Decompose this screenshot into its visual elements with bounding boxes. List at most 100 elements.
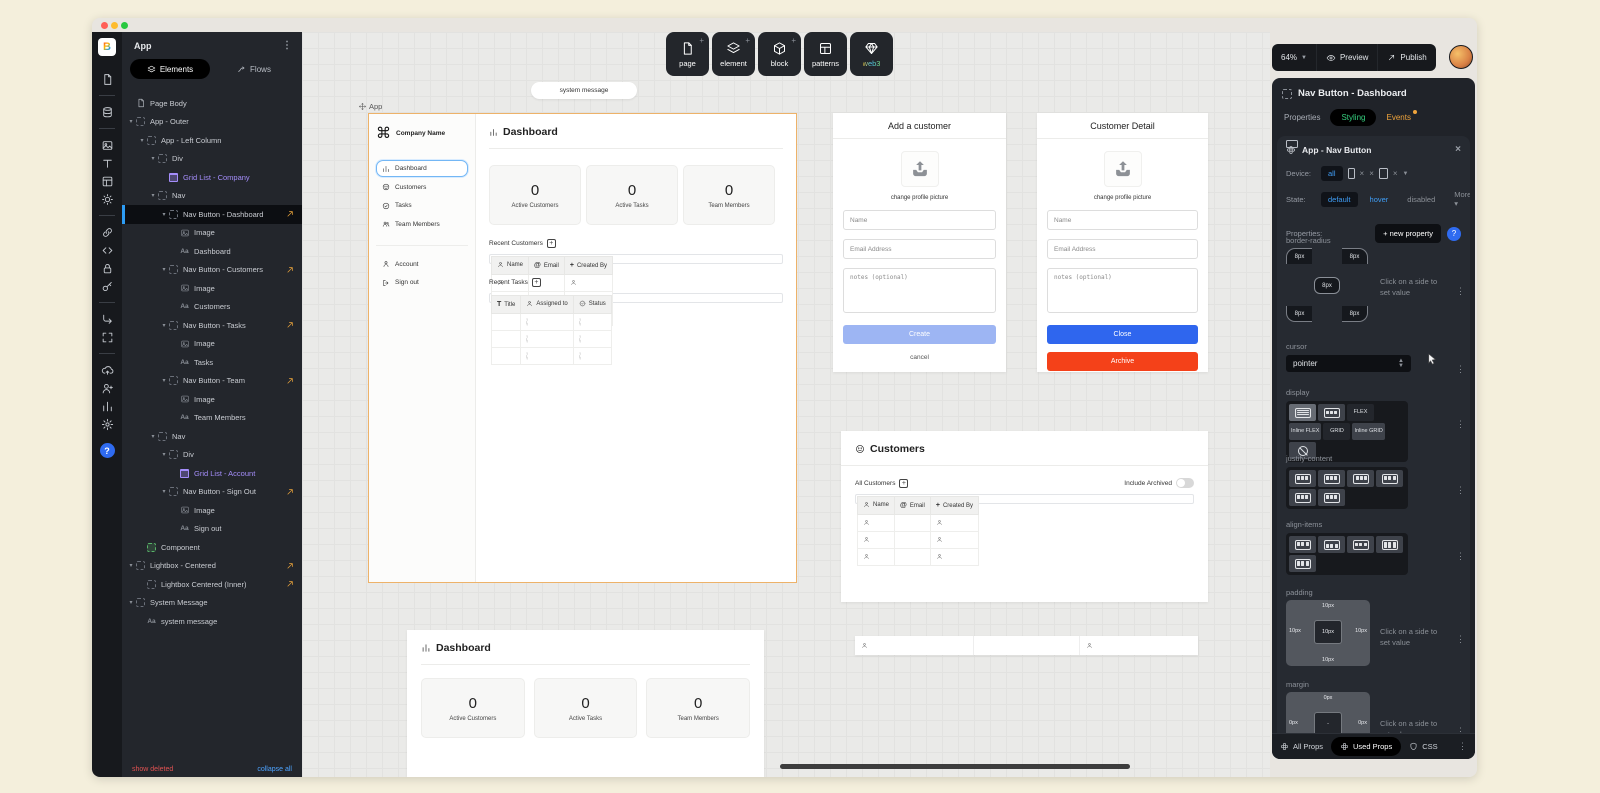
- zoom-control[interactable]: 64% ▼: [1272, 44, 1316, 71]
- justify-content-option-0[interactable]: [1289, 470, 1316, 487]
- add-task-icon[interactable]: +: [531, 278, 541, 287]
- insert-block-button[interactable]: + block: [758, 32, 801, 76]
- change-picture-label[interactable]: change profile picture: [891, 195, 948, 201]
- tree-item-customers[interactable]: Aa Customers: [122, 298, 302, 317]
- align-items-option-0[interactable]: [1289, 536, 1316, 553]
- tree-item-system-message[interactable]: Aa system message: [122, 612, 302, 631]
- radius-top-right[interactable]: 8px: [1342, 248, 1368, 264]
- action-lightning-icon[interactable]: [286, 561, 295, 570]
- template-icon[interactable]: [92, 172, 122, 190]
- tree-item-nav-button-sign-out[interactable]: ▾ Nav Button - Sign Out: [122, 483, 302, 502]
- cloud-upload-icon[interactable]: [92, 361, 122, 379]
- align-items-option-2[interactable]: [1347, 536, 1374, 553]
- caret-icon[interactable]: ▾: [149, 192, 157, 199]
- action-lightning-icon[interactable]: [286, 376, 295, 385]
- tree-item-div[interactable]: ▾ Div: [122, 150, 302, 169]
- column-header-title[interactable]: T Title: [490, 295, 522, 314]
- display-option-flex[interactable]: FLEX: [1347, 404, 1374, 421]
- table-row[interactable]: [490, 347, 612, 365]
- table-row[interactable]: [856, 514, 979, 532]
- justify-content-option-3[interactable]: [1376, 470, 1403, 487]
- close-window-button[interactable]: [101, 22, 108, 29]
- column-header-created-by[interactable]: + Created By: [929, 496, 979, 515]
- app-nav-team-members[interactable]: Team Members: [376, 216, 468, 233]
- design-canvas[interactable]: + page + element + block patterns web3 system m…: [302, 32, 1270, 777]
- publish-button[interactable]: Publish: [1377, 44, 1435, 71]
- show-deleted-link[interactable]: show deleted: [132, 766, 173, 773]
- email-field[interactable]: Email Address: [1047, 239, 1198, 259]
- state-option-disabled[interactable]: disabled: [1400, 192, 1442, 207]
- padding-left[interactable]: 10px: [1289, 628, 1301, 634]
- margin-left[interactable]: 0px: [1289, 720, 1298, 726]
- tree-item-nav-button-team[interactable]: ▾ Nav Button - Team: [122, 372, 302, 391]
- dashboard-card-copy[interactable]: Dashboard 0 Active Customers 0 Active Tasks…: [407, 630, 764, 777]
- text-icon[interactable]: [92, 154, 122, 172]
- fullscreen-icon[interactable]: [92, 328, 122, 346]
- footer-used-props[interactable]: Used Props: [1331, 737, 1402, 756]
- stat-card[interactable]: 0 Active Tasks: [533, 678, 638, 738]
- column-header-email[interactable]: @ Email: [894, 496, 931, 515]
- tree-item-app-left-column[interactable]: ▾ App - Left Column: [122, 131, 302, 150]
- action-lightning-icon[interactable]: [286, 320, 295, 329]
- action-lightning-icon[interactable]: [286, 487, 295, 496]
- phone-icon[interactable]: [1347, 168, 1355, 179]
- state-option-default[interactable]: default: [1321, 191, 1358, 207]
- display-option-block[interactable]: [1289, 404, 1316, 421]
- table-row[interactable]: [856, 548, 979, 566]
- padding-control[interactable]: 10px 10px 10px 10px 10px: [1286, 600, 1370, 666]
- table-row[interactable]: [490, 330, 612, 348]
- lock-icon[interactable]: [92, 259, 122, 277]
- kebab-menu-icon[interactable]: ⋮: [1456, 364, 1465, 375]
- margin-control[interactable]: 0px 10px 0px 0px -: [1286, 692, 1370, 733]
- tree-item-grid-list-company[interactable]: Grid List - Company: [122, 168, 302, 187]
- add-customer-card[interactable]: Add a customer change profile picture Na…: [833, 113, 1006, 372]
- footer-css[interactable]: CSS: [1409, 742, 1438, 751]
- tree-item-lightbox-centered-inner-[interactable]: Lightbox Centered (Inner): [122, 575, 302, 594]
- caret-icon[interactable]: ▾: [138, 137, 146, 144]
- justify-content-option-5[interactable]: [1318, 489, 1345, 506]
- tree-item-nav-button-tasks[interactable]: ▾ Nav Button - Tasks: [122, 316, 302, 335]
- remove-icon[interactable]: ×: [1360, 169, 1365, 178]
- padding-bottom[interactable]: 10px: [1286, 657, 1370, 663]
- radius-all[interactable]: 8px: [1314, 277, 1340, 294]
- radius-top-left[interactable]: 8px: [1286, 248, 1312, 264]
- align-items-option-3[interactable]: [1376, 536, 1403, 553]
- stat-card[interactable]: 0 Team Members: [683, 165, 775, 225]
- caret-icon[interactable]: ▾: [160, 211, 168, 218]
- detached-table-row[interactable]: [855, 636, 1198, 655]
- justify-content-option-4[interactable]: [1289, 489, 1316, 506]
- create-button[interactable]: Create: [843, 325, 996, 344]
- preview-button[interactable]: Preview: [1315, 44, 1377, 71]
- align-items-option-1[interactable]: [1318, 536, 1345, 553]
- tree-item-team-members[interactable]: Aa Team Members: [122, 409, 302, 428]
- insert-page-button[interactable]: + page: [666, 32, 709, 76]
- action-lightning-icon[interactable]: [286, 265, 295, 274]
- caret-icon[interactable]: ▾: [149, 155, 157, 162]
- tree-item-app-outer[interactable]: ▾ App - Outer: [122, 113, 302, 132]
- chevron-down-icon[interactable]: ▼: [1403, 171, 1409, 177]
- tree-item-page-body[interactable]: Page Body: [122, 94, 302, 113]
- close-button[interactable]: Close: [1047, 325, 1198, 344]
- margin-all[interactable]: -: [1314, 712, 1342, 733]
- builder-logo[interactable]: B: [98, 38, 116, 56]
- theme-icon[interactable]: [92, 190, 122, 208]
- email-field[interactable]: Email Address: [843, 239, 996, 259]
- display-option-grid[interactable]: GRID: [1323, 423, 1351, 440]
- horizontal-scrollbar[interactable]: [780, 764, 1130, 769]
- tree-item-div[interactable]: ▾ Div: [122, 446, 302, 465]
- margin-right[interactable]: 0px: [1358, 720, 1367, 726]
- caret-icon[interactable]: ▾: [160, 322, 168, 329]
- code-icon[interactable]: [92, 241, 122, 259]
- cursor-select[interactable]: pointer ▲ ▼: [1286, 355, 1411, 372]
- frame-label[interactable]: App: [358, 102, 382, 111]
- app-nav-dashboard[interactable]: Dashboard: [376, 160, 468, 177]
- maximize-window-button[interactable]: [121, 22, 128, 29]
- upload-picture-button[interactable]: [900, 151, 939, 187]
- archive-button[interactable]: Archive: [1047, 352, 1198, 371]
- tree-item-system-message[interactable]: ▾ System Message: [122, 594, 302, 613]
- app-nav-tasks[interactable]: Tasks: [376, 197, 468, 214]
- redirect-icon[interactable]: [92, 310, 122, 328]
- app-frame[interactable]: ⌘ Company Name Dashboard Customers Tasks Te…: [368, 113, 797, 583]
- app-nav-sign-out[interactable]: Sign out: [376, 274, 468, 291]
- customers-card[interactable]: Customers All Customers + Include Archiv…: [841, 431, 1208, 602]
